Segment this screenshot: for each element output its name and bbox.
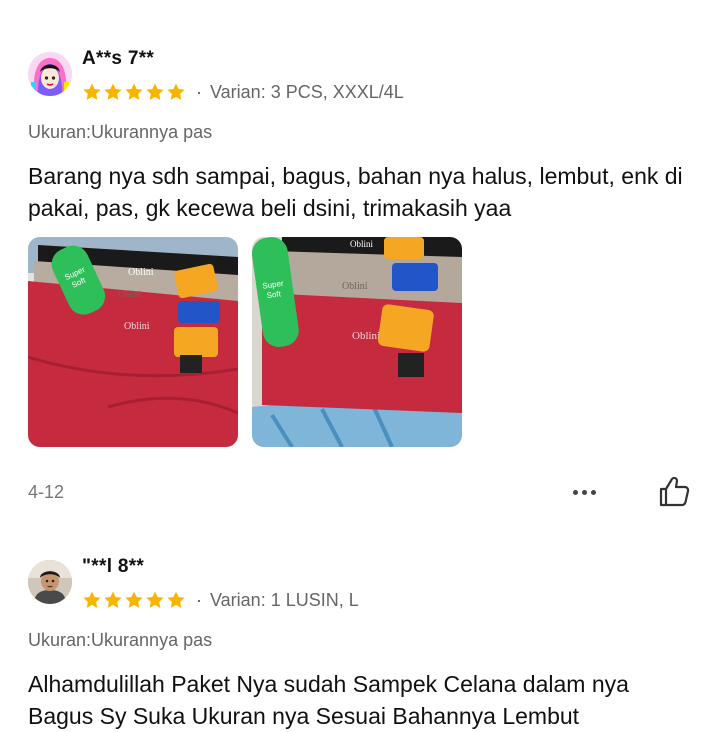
star-icon [104, 591, 122, 608]
star-icon [146, 591, 164, 608]
star-icon [104, 83, 122, 100]
rating-stars [82, 590, 186, 610]
separator-dot: · [196, 589, 202, 610]
photo-brand-label: Oblini [342, 281, 368, 292]
review-photo[interactable]: Oblini Oblini Oblini Super Soft [28, 237, 238, 447]
rating-row: · Varian: 3 PCS, XXXL/4L [82, 79, 404, 105]
photo-brand-label: Oblini [118, 289, 142, 299]
reviewer-name: "**l 8** [82, 556, 145, 577]
photo-brand-label: Oblini [352, 330, 380, 342]
more-icon[interactable] [566, 478, 602, 506]
review-text: Alhamdulillah Paket Nya sudah Sampek Cel… [28, 671, 629, 729]
star-icon [146, 83, 164, 100]
review-photo[interactable]: Oblini Oblini Oblini Super Soft [252, 237, 462, 447]
review-date: 4-12 [28, 482, 65, 502]
photo-brand-label: Oblini [128, 267, 154, 278]
rating-stars [82, 82, 186, 102]
star-icon [83, 83, 101, 100]
size-note: Ukuran:Ukurannya pas [28, 122, 213, 142]
reviewer-name: A**s 7** [82, 48, 155, 69]
avatar[interactable] [28, 52, 72, 96]
avatar[interactable] [28, 560, 72, 604]
star-icon [167, 83, 185, 100]
photo-brand-label: Oblini [350, 239, 374, 249]
variant-label: Varian: 1 LUSIN, L [210, 589, 359, 610]
star-icon [125, 591, 143, 608]
thumbs-up-icon[interactable] [656, 474, 692, 510]
star-icon [167, 591, 185, 608]
variant-label: Varian: 3 PCS, XXXL/4L [210, 81, 404, 102]
photo-brand-label: Oblini [124, 321, 150, 332]
separator-dot: · [196, 81, 202, 102]
size-note: Ukuran:Ukurannya pas [28, 630, 213, 650]
star-icon [83, 591, 101, 608]
star-icon [125, 83, 143, 100]
review-text: Barang nya sdh sampai, bagus, bahan nya … [28, 163, 683, 221]
rating-row: · Varian: 1 LUSIN, L [82, 587, 359, 613]
